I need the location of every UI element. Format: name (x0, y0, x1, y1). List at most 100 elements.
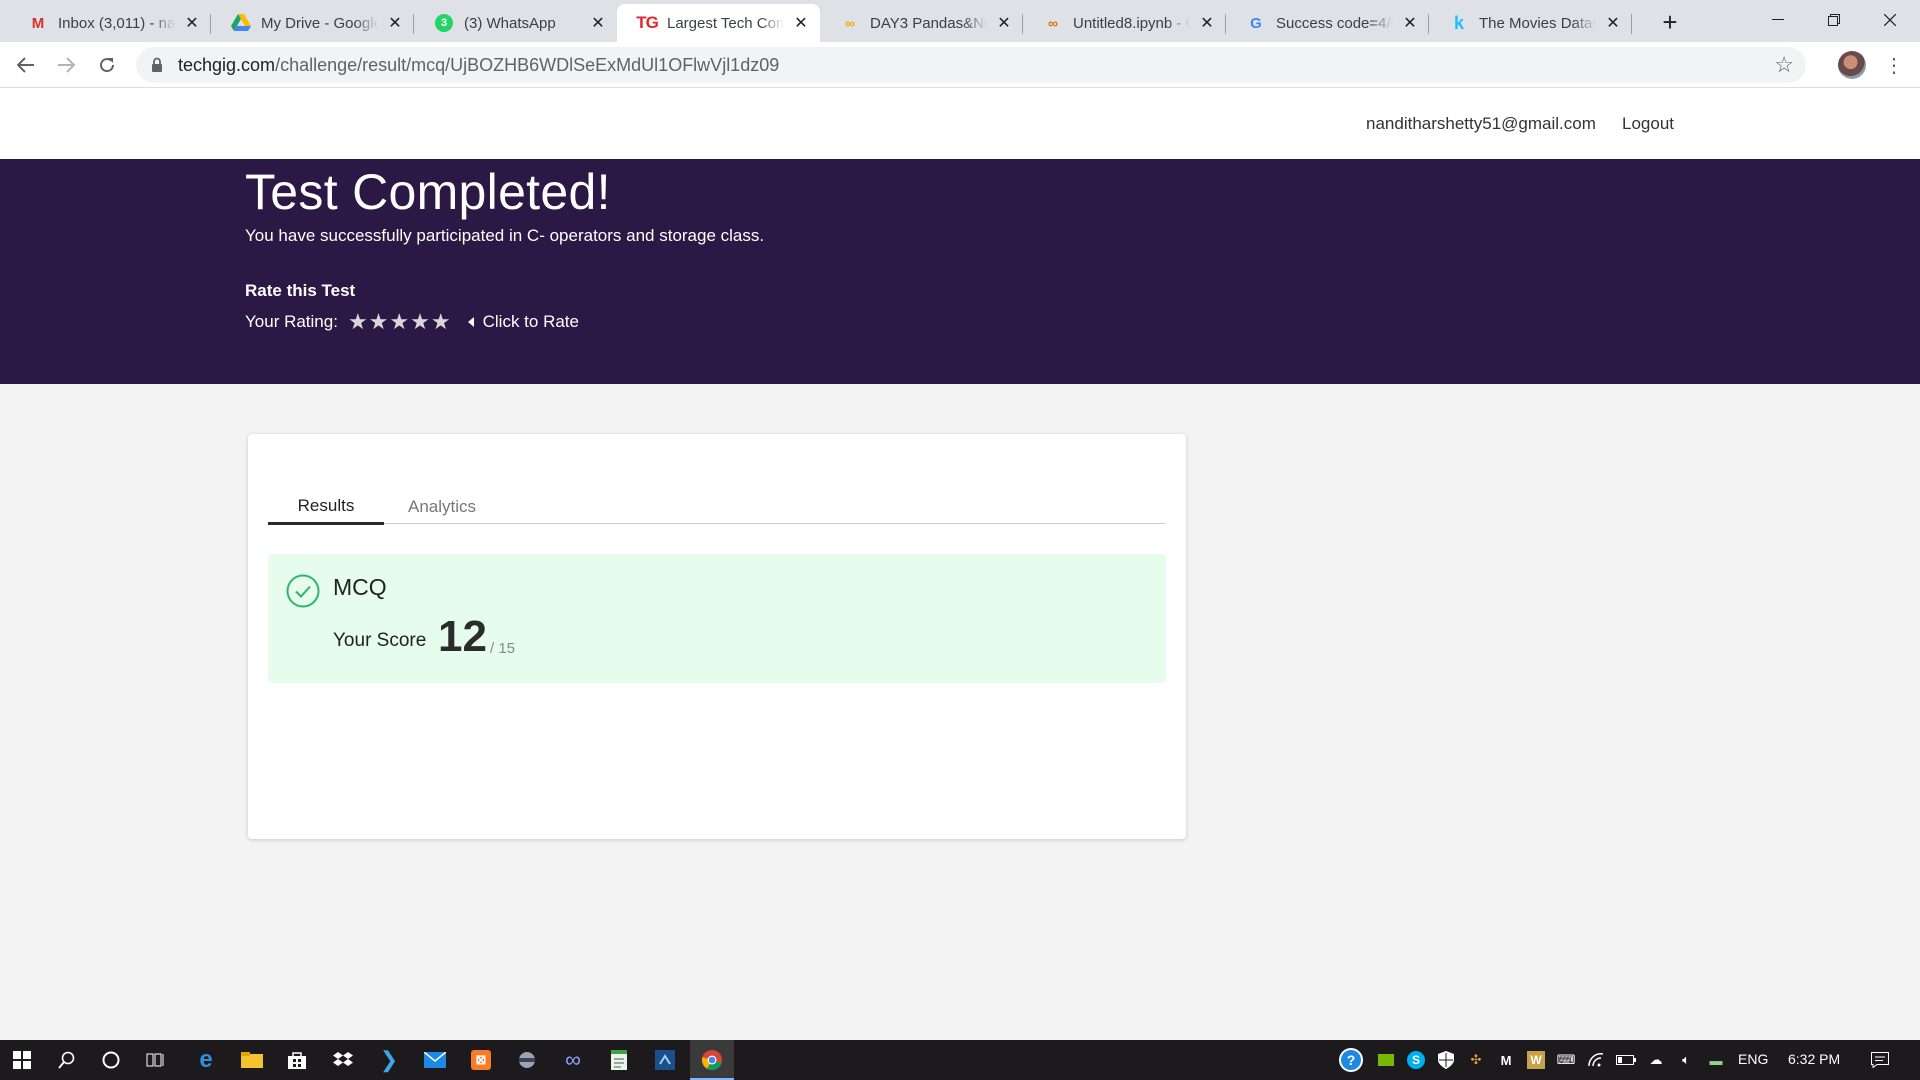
code-editor-icon[interactable] (651, 1046, 679, 1074)
search-icon[interactable] (53, 1046, 81, 1074)
close-icon[interactable]: ✕ (589, 14, 607, 32)
tab-title: Inbox (3,011) - nar (58, 14, 175, 32)
mail-icon[interactable] (421, 1046, 449, 1074)
windows-start-icon[interactable] (8, 1046, 36, 1074)
lock-icon (150, 57, 164, 73)
network-drive-icon[interactable]: ▬ (1706, 1050, 1726, 1070)
browser-tab-colab-day3[interactable]: ∞ DAY3 Pandas&Nur ✕ (820, 4, 1023, 42)
input-indicator-icon[interactable]: ⌨ (1556, 1050, 1576, 1070)
check-circle-icon (286, 574, 320, 608)
user-email: nanditharshetty51@gmail.com (1366, 114, 1596, 133)
edge-icon[interactable]: e (192, 1046, 220, 1074)
score-total: / 15 (490, 640, 516, 657)
browser-tab-strip: M Inbox (3,011) - nar ✕ My Drive - Googl… (0, 0, 1920, 42)
store-icon[interactable] (283, 1046, 311, 1074)
star-icon[interactable]: ★ (389, 311, 409, 333)
google-drive-icon (231, 13, 251, 33)
address-bar[interactable]: techgig.com/challenge/result/mcq/UjBOZHB… (136, 47, 1806, 83)
onedrive-icon[interactable]: ☁ (1646, 1050, 1666, 1070)
dropbox-icon[interactable] (329, 1046, 357, 1074)
bookmark-star-icon[interactable]: ☆ (1774, 52, 1794, 78)
chrome-icon[interactable] (698, 1046, 726, 1074)
notifications-icon[interactable] (1870, 1050, 1890, 1070)
cortana-icon[interactable] (97, 1046, 125, 1074)
app-globe-icon[interactable] (513, 1046, 541, 1074)
reload-icon[interactable] (91, 49, 123, 81)
close-icon[interactable]: ✕ (792, 14, 810, 32)
security-shield-icon[interactable] (1436, 1050, 1456, 1070)
star-icon[interactable]: ★ (410, 311, 430, 333)
caret-left-icon (467, 317, 474, 327)
url-host: techgig.com (178, 55, 276, 75)
test-completed-banner: Test Completed! You have successfully pa… (0, 159, 1920, 384)
wifi-icon[interactable] (1586, 1050, 1606, 1070)
nvidia-icon[interactable] (1376, 1050, 1396, 1070)
windows-taskbar: e ❯ ⊠ ∞ ? S ✣ M W ⌨ ☁ 🔈︎ ▬ ENG 6:32 PM (0, 1040, 1920, 1080)
whatsapp-icon: 3 (434, 13, 454, 33)
url-path: /challenge/result/mcq/UjBOZHB6WDlSeExMdU… (275, 55, 780, 75)
browser-tab-kaggle[interactable]: k The Movies Datase ✕ (1429, 4, 1632, 42)
close-icon[interactable]: ✕ (183, 14, 201, 32)
tab-results[interactable]: Results (268, 490, 384, 525)
close-icon[interactable]: ✕ (1198, 14, 1216, 32)
xampp-icon[interactable]: ⊠ (467, 1046, 495, 1074)
notepad-icon[interactable] (605, 1046, 633, 1074)
star-icon[interactable]: ★ (369, 311, 389, 333)
browser-tab-colab-untitled[interactable]: ∞ Untitled8.ipynb - C ✕ (1023, 4, 1226, 42)
rating-stars[interactable]: ★ ★ ★ ★ ★ (348, 311, 452, 333)
volume-icon[interactable]: 🔈︎ (1676, 1050, 1696, 1070)
close-icon[interactable]: ✕ (1604, 14, 1622, 32)
minimize-icon[interactable] (1750, 0, 1806, 40)
infinity-app-icon[interactable]: ∞ (559, 1046, 587, 1074)
language-indicator[interactable]: ENG (1738, 1051, 1768, 1067)
new-tab-button[interactable]: + (1656, 7, 1684, 37)
participation-message: You have successfully participated in C-… (245, 226, 765, 245)
help-icon[interactable]: ? (1339, 1048, 1363, 1072)
back-arrow-icon[interactable] (10, 49, 42, 81)
restore-icon[interactable] (1806, 0, 1862, 40)
forward-arrow-icon[interactable] (50, 49, 82, 81)
task-view-icon[interactable] (142, 1046, 170, 1074)
kaggle-icon: k (1453, 12, 1464, 33)
colab-icon: ∞ (1048, 15, 1058, 31)
close-icon[interactable]: ✕ (995, 14, 1013, 32)
tab-title: Largest Tech Com (667, 14, 784, 32)
click-to-rate-link[interactable]: Click to Rate (483, 312, 579, 332)
logout-link[interactable]: Logout (1622, 114, 1674, 134)
tab-analytics[interactable]: Analytics (384, 490, 500, 524)
window-close-icon[interactable] (1862, 0, 1918, 40)
url-text: techgig.com/challenge/result/mcq/UjBOZHB… (178, 55, 779, 76)
browser-tab-whatsapp[interactable]: 3 (3) WhatsApp ✕ (414, 4, 617, 42)
star-icon[interactable]: ★ (431, 311, 451, 333)
site-header: nanditharshetty51@gmail.com Logout (0, 88, 1920, 159)
browser-tab-gmail[interactable]: M Inbox (3,011) - nar ✕ (8, 4, 211, 42)
close-icon[interactable]: ✕ (386, 14, 404, 32)
browser-tab-techgig[interactable]: TG Largest Tech Com ✕ (617, 4, 820, 42)
browser-toolbar: techgig.com/challenge/result/mcq/UjBOZHB… (0, 42, 1920, 88)
rating-row: Your Rating: ★ ★ ★ ★ ★ Click to Rate (245, 311, 579, 333)
colab-icon: ∞ (845, 15, 855, 31)
more-menu-icon[interactable]: ⋮ (1880, 49, 1908, 81)
file-explorer-icon[interactable] (238, 1046, 266, 1074)
result-tabs: Results Analytics (268, 490, 1166, 525)
score-value: 12 (438, 612, 487, 661)
clock[interactable]: 6:32 PM (1788, 1051, 1840, 1067)
tab-title: DAY3 Pandas&Nur (870, 14, 987, 32)
rating-label: Your Rating: (245, 312, 338, 331)
skype-icon[interactable]: S (1406, 1050, 1426, 1070)
score-label: Your Score (333, 630, 427, 651)
battery-icon[interactable] (1616, 1050, 1636, 1070)
star-icon[interactable]: ★ (348, 311, 368, 333)
vscode-icon[interactable]: ❯ (375, 1046, 403, 1074)
tab-title: Success code=4/0 (1276, 14, 1393, 32)
profile-avatar[interactable] (1838, 51, 1866, 79)
malwarebytes-icon[interactable]: M (1496, 1050, 1516, 1070)
browser-tab-drive[interactable]: My Drive - Google ✕ (211, 4, 414, 42)
word-icon[interactable]: W (1526, 1050, 1546, 1070)
tab-title: My Drive - Google (261, 14, 378, 32)
mcq-score-box: MCQ Your Score 12 / 15 (268, 554, 1166, 683)
close-icon[interactable]: ✕ (1401, 14, 1419, 32)
browser-tab-google[interactable]: G Success code=4/0 ✕ (1226, 4, 1429, 42)
google-icon: G (1250, 14, 1262, 32)
app-tray-icon[interactable]: ✣ (1466, 1050, 1486, 1070)
